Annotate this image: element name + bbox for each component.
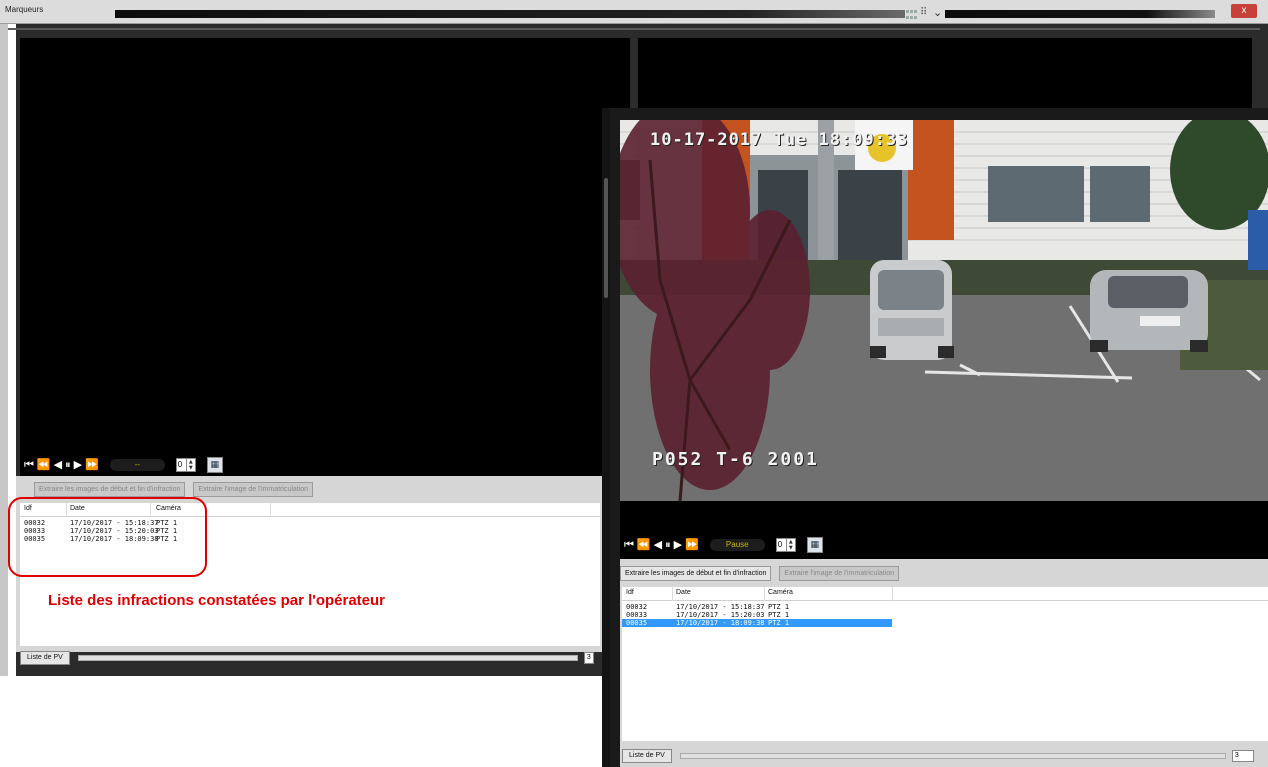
video-viewer-left[interactable] [20, 38, 630, 476]
frame-step-spinner[interactable]: 0 ▲ ▼ [775, 538, 796, 552]
pv-bar-left: Liste de PV 3 [20, 651, 594, 665]
extract-plate-button[interactable]: Extraire l'image de l'immatriculation [779, 566, 900, 581]
row-date: 17/10/2017 - 18:09:38 [676, 619, 765, 627]
playback-controls-left: ⏮ ⏪ ◀ ⏸ ▶ ⏩ -- 0 ▲ ▼ ▦ [24, 457, 223, 473]
calendar-icon[interactable]: ▦ [806, 537, 823, 553]
pv-count: 3 [583, 652, 594, 664]
window-title: Marqueurs [5, 5, 44, 14]
zoomed-list-panel: Extraire les images de début et fin d'in… [620, 559, 1268, 767]
extract-start-end-button[interactable]: Extraire les images de début et fin d'in… [34, 482, 186, 497]
spinner-arrows-icon[interactable]: ▲ ▼ [185, 459, 195, 471]
skip-to-start-icon[interactable]: ⏮ [24, 458, 34, 472]
spinner-arrows-icon[interactable]: ▲ ▼ [785, 539, 795, 551]
fast-rewind-icon[interactable]: ⏪ [37, 458, 51, 472]
table-row[interactable]: 00033 17/10/2017 - 15:20:03 PTZ 1 [622, 611, 892, 619]
fast-forward-icon[interactable]: ⏩ [685, 538, 699, 552]
column-header-idf[interactable]: Idf [626, 589, 634, 596]
row-date: 17/10/2017 - 15:18:37 [676, 603, 765, 611]
extract-toolbar-zoomed: Extraire les images de début et fin d'in… [620, 566, 900, 581]
skip-to-start-icon[interactable]: ⏮ [624, 538, 634, 552]
fast-rewind-icon[interactable]: ⏪ [637, 538, 651, 552]
speed-indicator: -- [109, 459, 165, 471]
pv-bar-zoomed: Liste de PV 3 [622, 749, 1254, 763]
extract-start-end-button[interactable]: Extraire les images de début et fin d'in… [620, 566, 772, 581]
calendar-icon[interactable]: ▦ [206, 457, 223, 473]
row-camera: PTZ 1 [768, 619, 790, 627]
frame-step-spinner[interactable]: 0 ▲ ▼ [175, 458, 196, 472]
pv-count: 3 [1231, 750, 1254, 762]
close-button[interactable]: x [1231, 4, 1257, 18]
scrollbar-thumb[interactable] [604, 178, 608, 298]
extract-plate-button[interactable]: Extraire l'image de l'immatriculation [193, 482, 314, 497]
frame-step-value[interactable]: 0 [777, 539, 786, 551]
column-header-camera[interactable]: Caméra [768, 589, 793, 596]
column-header-date[interactable]: Date [676, 589, 691, 596]
extract-toolbar-left: Extraire les images de début et fin d'in… [34, 482, 314, 497]
title-bar-decoration-right [945, 10, 1215, 18]
fast-forward-icon[interactable]: ⏩ [85, 458, 99, 472]
play-icon[interactable]: ▶ [674, 538, 682, 552]
resize-icon[interactable]: ⠿ [920, 7, 927, 18]
pv-list-button[interactable]: Liste de PV [622, 749, 672, 763]
step-back-icon[interactable]: ◀ [54, 458, 62, 472]
camera-timestamp-overlay: 10-17-2017 Tue 18:09:33 [650, 130, 909, 150]
play-icon[interactable]: ▶ [74, 458, 82, 472]
camera-id-overlay: P052 T-6 2001 [652, 449, 819, 470]
table-row[interactable]: 00032 17/10/2017 - 15:18:37 PTZ 1 [622, 603, 892, 611]
pv-scrollbar[interactable] [679, 753, 1226, 759]
window-left-margin [8, 24, 16, 676]
table-row-selected[interactable]: 00035 17/10/2017 - 18:09:38 PTZ 1 [622, 619, 892, 627]
vertical-scrollbar[interactable] [602, 108, 610, 767]
frame-step-value[interactable]: 0 [177, 459, 186, 471]
infractions-list-zoomed[interactable]: Idf Date Caméra 00032 17/10/2017 - 15:18… [622, 587, 1268, 741]
pause-icon[interactable]: ⏸ [65, 458, 71, 472]
pause-icon[interactable]: ⏸ [665, 538, 671, 552]
pv-scrollbar[interactable] [77, 655, 578, 661]
camera-frame[interactable] [620, 120, 1268, 501]
step-back-icon[interactable]: ◀ [654, 538, 662, 552]
row-camera: PTZ 1 [768, 611, 790, 619]
row-camera: PTZ 1 [768, 603, 790, 611]
camera-snapshot-image [620, 120, 1268, 501]
row-id: 00035 [626, 619, 648, 627]
title-bar[interactable]: Marqueurs ⠿ ⌄ x [0, 0, 1268, 24]
playback-controls-zoomed: ⏮ ⏪ ◀ ⏸ ▶ ⏩ Pause 0 ▲ ▼ ▦ [624, 537, 823, 553]
list-header: Idf Date Caméra [622, 587, 1268, 601]
chevron-down-icon[interactable]: ⌄ [933, 6, 942, 19]
row-id: 00033 [626, 611, 648, 619]
row-id: 00032 [626, 603, 648, 611]
pv-list-button[interactable]: Liste de PV [20, 651, 70, 665]
title-bar-decoration [115, 10, 905, 18]
speed-indicator: Pause [709, 539, 765, 551]
row-date: 17/10/2017 - 15:20:03 [676, 611, 765, 619]
window-left-edge [0, 24, 8, 676]
annotation-text: Liste des infractions constatées par l'o… [48, 592, 386, 609]
annotation-highlight-oval [8, 497, 207, 577]
grid-icon[interactable] [906, 10, 919, 20]
zoomed-marqueurs-window: ⏮ ⏪ ◀ ⏸ ▶ ⏩ Pause 0 ▲ ▼ ▦ Extraire les im… [602, 108, 1268, 767]
window-top-border [8, 28, 1260, 30]
